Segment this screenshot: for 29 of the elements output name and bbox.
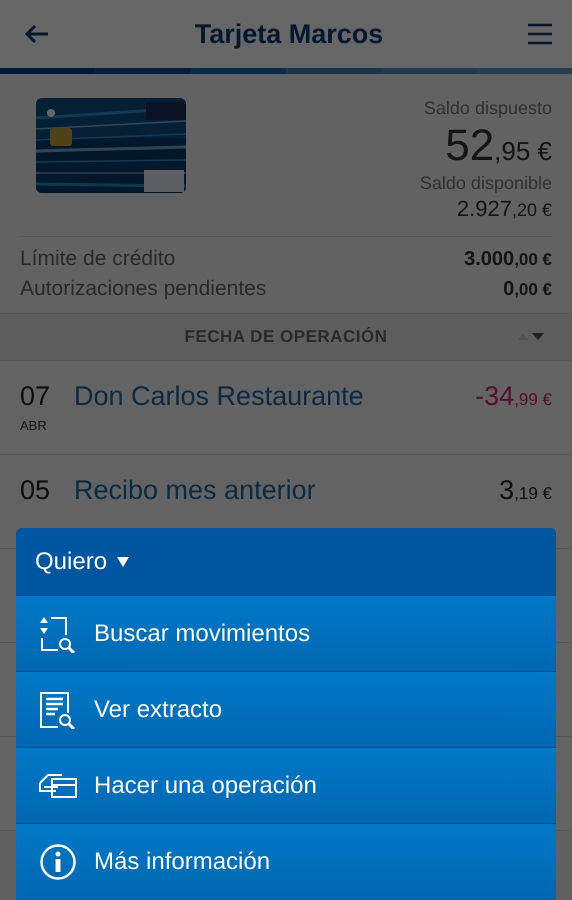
limit-amount: 3.000,00 € [464, 248, 552, 271]
available-amount: 2.927,20 € [456, 196, 552, 222]
menu-item-label: Buscar movimientos [94, 620, 310, 648]
back-arrow-icon[interactable] [24, 24, 50, 44]
month-label: ABR [20, 418, 48, 433]
screen-title: Tarjeta Marcos [194, 18, 384, 50]
movement-amount: 3,19 € [499, 475, 552, 506]
menu-item[interactable]: Más información [16, 823, 556, 899]
info-icon [38, 842, 78, 880]
balance-amount: 52,95 € [445, 121, 552, 171]
sheet-header[interactable]: Quiero [16, 528, 556, 595]
document-search-icon [38, 690, 78, 728]
movement-amount: -34,99 € [475, 381, 552, 412]
menu-item-label: Más información [94, 848, 270, 876]
menu-icon[interactable] [528, 23, 552, 45]
day-number: 05 [20, 475, 52, 506]
menu-item-label: Ver extracto [94, 696, 222, 724]
menu-item[interactable]: Hacer una operación [16, 747, 556, 823]
limit-label: Límite de crédito [20, 247, 176, 271]
menu-item[interactable]: Buscar movimientos [16, 595, 556, 671]
menu-item[interactable]: Ver extracto [16, 671, 556, 747]
caret-icon [117, 556, 130, 566]
day-number: 07 [20, 381, 52, 412]
menu-item-label: Hacer una operación [94, 772, 317, 800]
limit-label: Autorizaciones pendientes [20, 277, 266, 301]
sort-search-icon [38, 614, 78, 652]
sort-arrows-icon[interactable] [516, 331, 546, 341]
sheet-title: Quiero [35, 548, 108, 576]
limit-amount: 0,00 € [503, 278, 552, 301]
